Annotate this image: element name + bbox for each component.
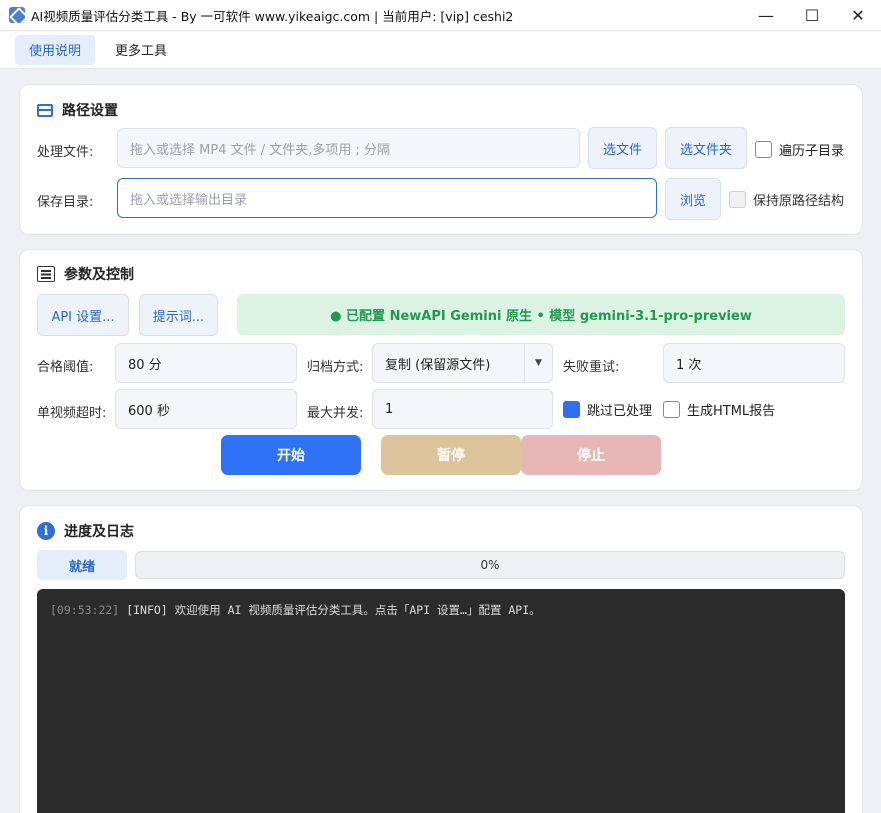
- log-text: [INFO] 欢迎使用 AI 视频质量评估分类工具。点击「API 设置…」配置 …: [126, 603, 541, 617]
- api-settings-button[interactable]: API 设置...: [37, 294, 129, 336]
- keep-structure-box[interactable]: [729, 191, 746, 208]
- close-button[interactable]: ✕: [835, 0, 881, 31]
- stop-button[interactable]: 停止: [521, 435, 661, 475]
- folder-path-icon: [37, 103, 53, 117]
- keep-structure-checkbox[interactable]: 保持原路径结构: [729, 190, 844, 209]
- status-badge: 就绪: [37, 550, 127, 580]
- archive-label: 归档方式:: [307, 360, 364, 375]
- progress-bar: 0%: [135, 551, 845, 579]
- timeout-label: 单视频超时:: [37, 406, 107, 421]
- list-icon: [37, 266, 55, 282]
- skip-processed-label: 跳过已处理: [587, 404, 653, 419]
- minimize-button[interactable]: —: [743, 0, 789, 31]
- html-report-label: 生成HTML报告: [687, 404, 776, 419]
- menu-item-usage[interactable]: 使用说明: [15, 34, 96, 65]
- threshold-input[interactable]: 80 分: [115, 343, 297, 383]
- chevron-down-icon[interactable]: ▼: [524, 344, 552, 382]
- archive-select-value: 复制 (保留源文件): [385, 357, 491, 373]
- progress-log-card: i 进度及日志 就绪 0% [09:53:22] [INFO] 欢迎使用 AI …: [19, 505, 863, 813]
- api-status-banner: ● 已配置 NewAPI Gemini 原生 • 模型 gemini-3.1-p…: [237, 294, 845, 335]
- retry-label: 失败重试:: [563, 360, 620, 375]
- progress-heading: 进度及日志: [64, 524, 134, 540]
- concurrency-input[interactable]: 1: [372, 389, 553, 429]
- info-icon: i: [37, 522, 55, 540]
- progress-percent: 0%: [480, 558, 500, 572]
- prompt-button[interactable]: 提示词...: [139, 294, 218, 336]
- save-dir-label: 保存目录:: [37, 195, 94, 210]
- select-file-button[interactable]: 选文件: [588, 127, 657, 169]
- log-timestamp: [09:53:22]: [50, 603, 120, 617]
- browse-button[interactable]: 浏览: [665, 178, 721, 220]
- params-heading: 参数及控制: [64, 267, 134, 283]
- threshold-label: 合格阈值:: [37, 360, 94, 375]
- skip-processed-checkbox[interactable]: 跳过已处理: [563, 400, 652, 419]
- recurse-subdir-box[interactable]: [755, 141, 772, 158]
- recurse-subdir-checkbox[interactable]: 遍历子目录: [755, 140, 844, 159]
- recurse-subdir-label: 遍历子目录: [779, 144, 845, 159]
- params-title: 参数及控制: [37, 264, 134, 284]
- process-file-input[interactable]: 拖入或选择 MP4 文件 / 文件夹,多项用 ; 分隔: [117, 128, 580, 168]
- start-button[interactable]: 开始: [221, 435, 361, 475]
- log-console[interactable]: [09:53:22] [INFO] 欢迎使用 AI 视频质量评估分类工具。点击「…: [37, 589, 845, 813]
- menu-item-more-tools[interactable]: 更多工具: [101, 35, 181, 65]
- timeout-input[interactable]: 600 秒: [115, 389, 297, 429]
- select-folder-button[interactable]: 选文件夹: [665, 127, 747, 169]
- retry-input[interactable]: 1 次: [663, 343, 845, 383]
- window-controls: — ☐ ✕: [743, 0, 881, 31]
- title-bar: AI视频质量评估分类工具 - By 一可软件 www.yikeaigc.com …: [0, 0, 881, 31]
- process-file-label: 处理文件:: [37, 145, 94, 160]
- save-dir-input[interactable]: 拖入或选择输出目录: [117, 178, 657, 218]
- path-settings-heading: 路径设置: [62, 103, 118, 119]
- skip-processed-box[interactable]: [563, 401, 580, 418]
- path-settings-card: 路径设置 处理文件: 拖入或选择 MP4 文件 / 文件夹,多项用 ; 分隔 选…: [19, 84, 863, 235]
- keep-structure-label: 保持原路径结构: [753, 194, 845, 209]
- concurrency-label: 最大并发:: [307, 406, 364, 421]
- progress-title: i 进度及日志: [37, 521, 134, 541]
- archive-select[interactable]: 复制 (保留源文件) ▼: [372, 343, 553, 383]
- params-card: 参数及控制 API 设置... 提示词... ● 已配置 NewAPI Gemi…: [19, 249, 863, 491]
- app-logo-icon: [9, 7, 25, 23]
- pause-button[interactable]: 暂停: [381, 435, 521, 475]
- path-settings-title: 路径设置: [37, 100, 118, 120]
- window-title: AI视频质量评估分类工具 - By 一可软件 www.yikeaigc.com …: [31, 8, 514, 24]
- html-report-box[interactable]: [663, 401, 680, 418]
- html-report-checkbox[interactable]: 生成HTML报告: [663, 400, 775, 419]
- menu-bar: 使用说明 更多工具: [0, 31, 881, 69]
- maximize-button[interactable]: ☐: [789, 0, 835, 31]
- log-line: [09:53:22] [INFO] 欢迎使用 AI 视频质量评估分类工具。点击「…: [50, 602, 832, 618]
